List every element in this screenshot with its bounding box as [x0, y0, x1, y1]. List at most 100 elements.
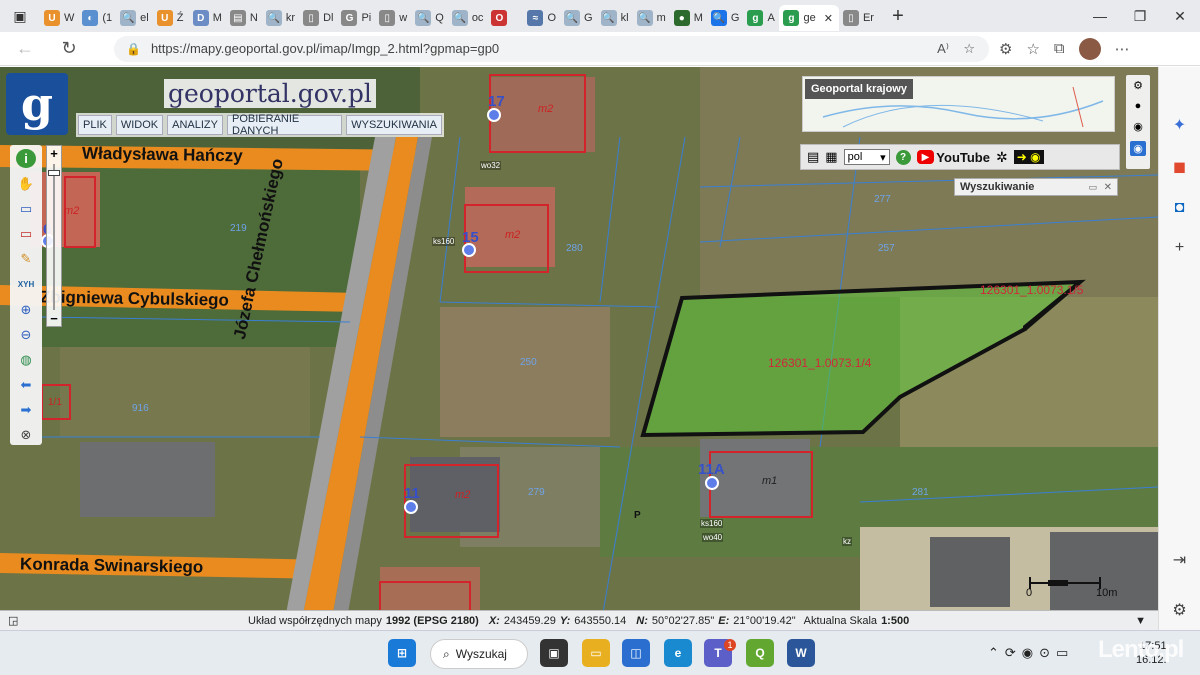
status-scroll-down-icon[interactable]: ▼ — [1135, 615, 1146, 627]
tray-icons[interactable]: ⌃⟳◉⊙▭ — [988, 645, 1074, 661]
tab-trailing[interactable]: ▯ Er — [839, 5, 878, 31]
select-red-icon[interactable]: ▭ — [16, 225, 36, 244]
tab-active[interactable]: g ge ✕ — [779, 5, 839, 31]
status-corner-icon[interactable]: ◲ — [8, 614, 18, 627]
youtube-link[interactable]: ▶ YouTube — [916, 148, 990, 166]
overview-map[interactable]: Geoportal krajowy — [802, 76, 1115, 132]
tab[interactable]: 🔍 G — [560, 5, 597, 31]
close-panel-icon[interactable]: ✕ — [1104, 182, 1112, 193]
zoom-track[interactable] — [53, 164, 55, 310]
store-icon[interactable]: ◫ — [622, 639, 650, 667]
tab[interactable]: O — [487, 5, 523, 31]
tab[interactable]: 🔍 kr — [262, 5, 299, 31]
tab[interactable]: ▯ Dl — [299, 5, 337, 31]
close-window-button[interactable]: ✕ — [1160, 0, 1200, 32]
collections-icon[interactable]: ⧉ — [1054, 40, 1065, 57]
info-icon[interactable]: i — [16, 149, 36, 169]
restore-button[interactable]: ❐ — [1120, 0, 1160, 32]
menu-file[interactable]: PLIK — [78, 115, 112, 135]
tab-label: Er — [862, 12, 874, 24]
tab[interactable]: UŹ — [153, 5, 189, 31]
add-sidebar-item-icon[interactable]: + — [1175, 239, 1184, 257]
zoom-minus[interactable]: − — [47, 311, 61, 326]
tab-favicon-icon: U — [44, 10, 60, 26]
visibility-icon[interactable]: ◉ — [1130, 141, 1146, 156]
main-menu: PLIK WIDOK ANALIZY POBIERANIE DANYCH WYS… — [76, 113, 444, 137]
extensions-icon[interactable]: ⚙ — [999, 40, 1012, 58]
building-number: 11A — [698, 461, 725, 478]
back-icon[interactable]: ⬅ — [16, 376, 36, 395]
bing-discover-icon[interactable]: ✦ — [1173, 115, 1186, 135]
read-aloud-icon[interactable]: A⁾ — [937, 41, 949, 57]
forward-icon[interactable]: ➡ — [16, 401, 36, 420]
minimize-button[interactable]: — — [1080, 0, 1120, 32]
menu-search[interactable]: WYSZUKIWANIA — [346, 115, 442, 135]
xyh-icon[interactable]: XYH — [16, 275, 36, 294]
zoom-handle[interactable] — [48, 170, 60, 176]
map-canvas[interactable]: Władysława Hańczy Zbigniewa Cybulskiego … — [0, 67, 1158, 630]
tab[interactable]: UW — [40, 5, 78, 31]
tab[interactable]: ▯ w — [375, 5, 411, 31]
accessibility-icon[interactable]: ✲ — [996, 149, 1008, 166]
language-select[interactable]: pol ▾ — [843, 149, 890, 165]
list-icon[interactable]: ▤ — [807, 149, 819, 165]
refresh-button[interactable]: ↻ — [54, 34, 84, 64]
high-contrast-icon[interactable]: ➜ ◉ — [1013, 150, 1044, 164]
cancel-icon[interactable]: ⊗ — [16, 426, 36, 445]
tab[interactable]: ● M — [670, 5, 707, 31]
dot-icon[interactable]: ● — [1135, 100, 1142, 112]
taskbar-search[interactable]: ⌕ Wyszukaj — [430, 639, 528, 669]
zoom-plus[interactable]: + — [47, 146, 61, 161]
menu-view[interactable]: WIDOK — [115, 115, 164, 135]
task-view-icon[interactable]: ▣ — [540, 639, 568, 667]
favorites-icon[interactable]: ☆ — [1026, 40, 1039, 58]
file-explorer-icon[interactable]: ▭ — [582, 639, 610, 667]
tab-actions-icon[interactable]: ▣ — [0, 0, 40, 32]
close-tab-icon[interactable]: ✕ — [824, 12, 833, 25]
tab[interactable]: G Pi — [337, 5, 375, 31]
new-tab-button[interactable]: + — [878, 0, 918, 32]
eye-icon[interactable]: ◉ — [1133, 120, 1143, 133]
sidebar-collapse-icon[interactable]: ⇥ — [1173, 550, 1186, 570]
tab[interactable]: gA — [743, 5, 779, 31]
office-icon[interactable]: ◼ — [1173, 157, 1186, 177]
windows-start-icon[interactable]: ⊞ — [388, 639, 416, 667]
geoportal-logo[interactable]: g — [6, 73, 68, 135]
settings-icon[interactable]: ⚙ — [1133, 79, 1143, 92]
hand-icon[interactable]: ✋ — [16, 174, 36, 193]
minimize-panel-icon[interactable]: ▭ — [1088, 182, 1097, 193]
qgis-icon[interactable]: Q — [746, 639, 774, 667]
search-panel[interactable]: Wyszukiwanie ▭ ✕ — [954, 178, 1118, 196]
map-thumbnail-icon[interactable]: ▦ — [825, 149, 837, 165]
tab[interactable]: 🔍 kl — [597, 5, 633, 31]
help-icon[interactable]: ? — [895, 149, 911, 165]
tab[interactable]: ◐ (1 — [78, 5, 116, 31]
back-button[interactable]: ← — [10, 34, 40, 64]
add-favorite-icon[interactable]: ☆ — [963, 41, 975, 57]
outlook-icon[interactable]: ◘ — [1175, 199, 1185, 217]
word-icon[interactable]: W — [787, 639, 815, 667]
tab[interactable]: ≈ O — [523, 5, 560, 31]
tab[interactable]: 🔍 el — [116, 5, 153, 31]
tab[interactable]: 🔍 G — [707, 5, 744, 31]
edge-icon[interactable]: e — [664, 639, 692, 667]
tab-favicon-icon: 🔍 — [265, 10, 282, 26]
globe-icon[interactable]: ◍ — [16, 350, 36, 369]
sidebar-settings-icon[interactable]: ⚙ — [1172, 600, 1186, 620]
tab[interactable]: 🔍 oc — [448, 5, 488, 31]
pencil-icon[interactable]: ✎ — [16, 250, 36, 269]
tab[interactable]: 🔍 Q — [411, 5, 448, 31]
zoom-in-icon[interactable]: ⊕ — [16, 300, 36, 319]
tab[interactable]: DM — [189, 5, 226, 31]
zoom-out-icon[interactable]: ⊖ — [16, 325, 36, 344]
utility-label: P — [634, 510, 641, 521]
zoom-slider[interactable]: + − — [46, 145, 62, 327]
select-icon[interactable]: ▭ — [16, 199, 36, 218]
tab[interactable]: ▤ N — [226, 5, 262, 31]
tab[interactable]: 🔍 m — [633, 5, 670, 31]
url-field[interactable]: 🔒 https://mapy.geoportal.gov.pl/imap/Img… — [114, 35, 989, 62]
menu-download[interactable]: POBIERANIE DANYCH — [227, 113, 343, 137]
more-icon[interactable]: ⋯ — [1115, 40, 1130, 58]
menu-analysis[interactable]: ANALIZY — [167, 115, 223, 135]
avatar[interactable] — [1078, 37, 1101, 60]
